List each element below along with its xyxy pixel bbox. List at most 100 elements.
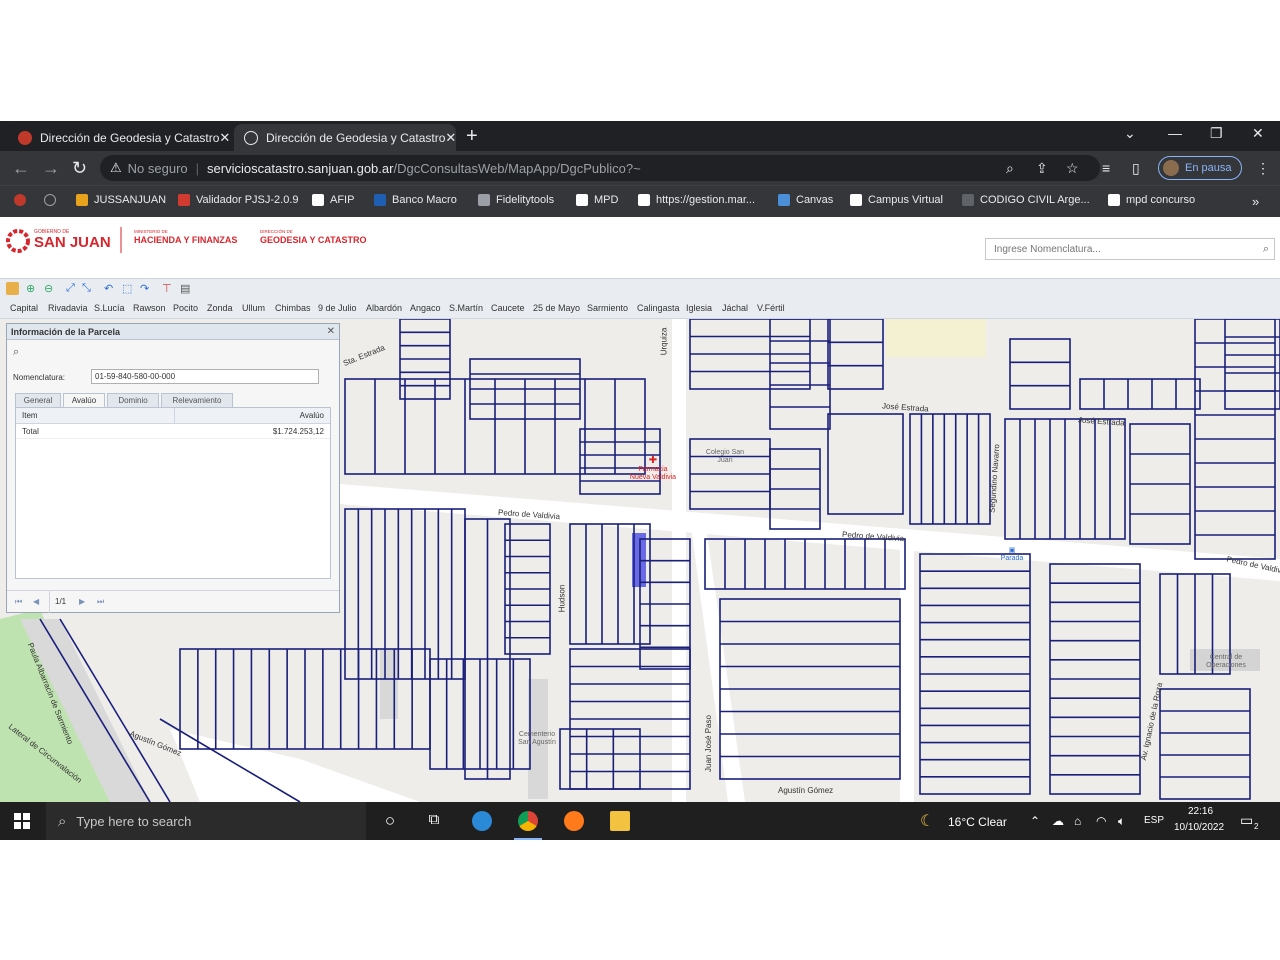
tab-general[interactable]: General	[15, 393, 61, 407]
zoom-in-icon[interactable]: ⊕	[26, 282, 39, 295]
sidepanel-icon[interactable]: ▯	[1132, 160, 1140, 177]
file-explorer-icon[interactable]	[610, 811, 630, 831]
nomenclatura-search[interactable]: ⌕	[985, 238, 1275, 260]
nomenclatura-field[interactable]: 01-59-840-580-00-000	[91, 369, 319, 384]
kebab-menu-icon[interactable]: ⋮	[1256, 160, 1270, 177]
search-icon[interactable]: ⌕	[13, 346, 19, 359]
clock-date[interactable]: 10/10/2022	[1174, 822, 1224, 833]
new-tab-button[interactable]: +	[466, 125, 478, 148]
prev-page-icon[interactable]: ◀	[33, 597, 39, 606]
dept-link[interactable]: 9 de Julio	[318, 303, 357, 313]
bookmark-chrome[interactable]	[14, 194, 32, 206]
reload-button[interactable]: ↻	[72, 158, 87, 179]
dept-link[interactable]: 25 de Mayo	[533, 303, 580, 313]
forward-button[interactable]: →	[42, 158, 60, 179]
dept-link[interactable]: Sarmiento	[587, 303, 628, 313]
clock-time[interactable]: 22:16	[1188, 806, 1213, 817]
dept-link[interactable]: Calingasta	[637, 303, 680, 313]
select-area-icon[interactable]: ⬚	[122, 282, 135, 295]
search-icon[interactable]: ⌕	[1263, 243, 1269, 256]
zoom-icon[interactable]: ⌕	[1006, 160, 1014, 177]
tab-relevamiento[interactable]: Relevamiento	[161, 393, 233, 407]
bookmark-campus[interactable]: Campus Virtual	[850, 194, 943, 206]
edge-icon[interactable]	[472, 811, 492, 831]
volume-icon[interactable]: 🔈︎	[1118, 814, 1125, 829]
dept-link[interactable]: Zonda	[207, 303, 233, 313]
tab-dominio[interactable]: Dominio	[107, 393, 159, 407]
profile-button[interactable]: En pausa	[1158, 156, 1242, 180]
chrome-icon[interactable]	[518, 811, 538, 831]
full-extent-icon[interactable]: ⤢	[66, 282, 79, 295]
dept-link[interactable]: Pocito	[173, 303, 198, 313]
bookmark-validador[interactable]: Validador PJSJ-2.0.9	[178, 194, 299, 206]
bookmark-jussanjuan[interactable]: JUSSANJUAN	[76, 194, 166, 206]
cortana-icon[interactable]: ○	[380, 811, 400, 831]
tab-avaluo[interactable]: Avalúo	[63, 393, 105, 407]
address-bar[interactable]: ⚠ No seguro | servicioscatastro.sanjuan.…	[100, 155, 1100, 181]
nomenclatura-search-input[interactable]	[992, 242, 1246, 256]
weather-text[interactable]: 16°C Clear	[948, 815, 1007, 829]
taskbar-search[interactable]: ⌕ Type here to search	[46, 802, 366, 840]
dept-link[interactable]: Jáchal	[722, 303, 748, 313]
notification-icon[interactable]: ▭	[1240, 812, 1253, 829]
tab-geodesia-2[interactable]: Dirección de Geodesia y Catastro ✕	[234, 124, 456, 151]
dept-link[interactable]: Caucete	[491, 303, 525, 313]
back-button[interactable]: ←	[12, 158, 30, 179]
dept-link[interactable]: Iglesia	[686, 303, 712, 313]
firefox-icon[interactable]	[564, 811, 584, 831]
dept-link[interactable]: Angaco	[410, 303, 441, 313]
chevron-up-icon[interactable]: ⌃	[1030, 814, 1040, 828]
close-icon[interactable]: ✕	[445, 130, 456, 146]
bookmark-globe[interactable]	[44, 194, 62, 206]
home-icon[interactable]	[6, 282, 19, 295]
next-page-icon[interactable]: ▶	[79, 597, 85, 606]
cloud-icon[interactable]: ☁	[1052, 814, 1064, 828]
bookmark-star-icon[interactable]: ☆	[1066, 160, 1079, 177]
bookmark-gestion[interactable]: https://gestion.mar...	[638, 194, 755, 206]
dept-link[interactable]: S.Lucía	[94, 303, 125, 313]
dept-link[interactable]: Ullum	[242, 303, 265, 313]
zoom-out-icon[interactable]: ⊖	[44, 282, 57, 295]
extent-icon[interactable]: ⤡	[82, 282, 95, 295]
dept-link[interactable]: V.Fértil	[757, 303, 785, 313]
dept-link[interactable]: S.Martín	[449, 303, 483, 313]
measure-icon[interactable]: ⊤	[162, 282, 175, 295]
language-indicator[interactable]: ESP	[1144, 815, 1164, 826]
restore-button[interactable]: ❐	[1210, 125, 1223, 142]
close-icon[interactable]: ✕	[327, 326, 335, 337]
bookmark-mpd[interactable]: MPD	[576, 194, 618, 206]
bookmark-codigo-civil[interactable]: CODIGO CIVIL Arge...	[962, 194, 1090, 206]
dept-link[interactable]: Chimbas	[275, 303, 311, 313]
last-page-icon[interactable]: ⏭	[97, 597, 104, 607]
column-avaluo[interactable]: Avalúo	[300, 411, 324, 420]
redo-icon[interactable]: ↷	[140, 282, 153, 295]
windows-start-icon[interactable]	[14, 813, 30, 829]
wifi-icon[interactable]: ◠	[1096, 814, 1106, 828]
bookmark-afip[interactable]: AFIP	[312, 194, 354, 206]
media-icon[interactable]: ≡	[1102, 160, 1110, 176]
tab-geodesia-1[interactable]: Dirección de Geodesia y Catastro ✕	[8, 124, 230, 151]
chevron-down-icon[interactable]: ⌄	[1124, 125, 1136, 142]
more-bookmarks-icon[interactable]: »	[1252, 194, 1259, 209]
pharmacy-marker[interactable]: ✚ Farmacia Nueva Valdivia	[628, 456, 678, 482]
dept-link[interactable]: Albardón	[366, 303, 402, 313]
dept-link[interactable]: Capital	[10, 303, 38, 313]
dept-link[interactable]: Rivadavia	[48, 303, 88, 313]
print-icon[interactable]: ▤	[180, 282, 193, 295]
bookmark-fidelitytools[interactable]: Fidelitytools	[478, 194, 554, 206]
share-icon[interactable]: ⇪	[1036, 160, 1048, 177]
task-view-icon[interactable]: ⧉	[424, 811, 444, 831]
first-page-icon[interactable]: ⏮	[15, 597, 22, 607]
minimize-button[interactable]: —	[1168, 125, 1182, 141]
bookmark-banco-macro[interactable]: Banco Macro	[374, 194, 457, 206]
network-icon[interactable]: ⌂	[1074, 814, 1081, 828]
dept-link[interactable]: Rawson	[133, 303, 166, 313]
undo-icon[interactable]: ↶	[104, 282, 117, 295]
close-icon[interactable]: ✕	[219, 130, 230, 146]
bus-stop-marker[interactable]: ▣ Parada	[990, 547, 1034, 563]
bookmark-canvas[interactable]: Canvas	[778, 194, 833, 206]
table-row[interactable]: Total $1.724.253,12	[16, 424, 330, 439]
bookmark-mpd-concurso[interactable]: mpd concurso	[1108, 194, 1195, 206]
close-window-button[interactable]: ✕	[1252, 125, 1264, 142]
column-item[interactable]: Item	[22, 411, 38, 420]
